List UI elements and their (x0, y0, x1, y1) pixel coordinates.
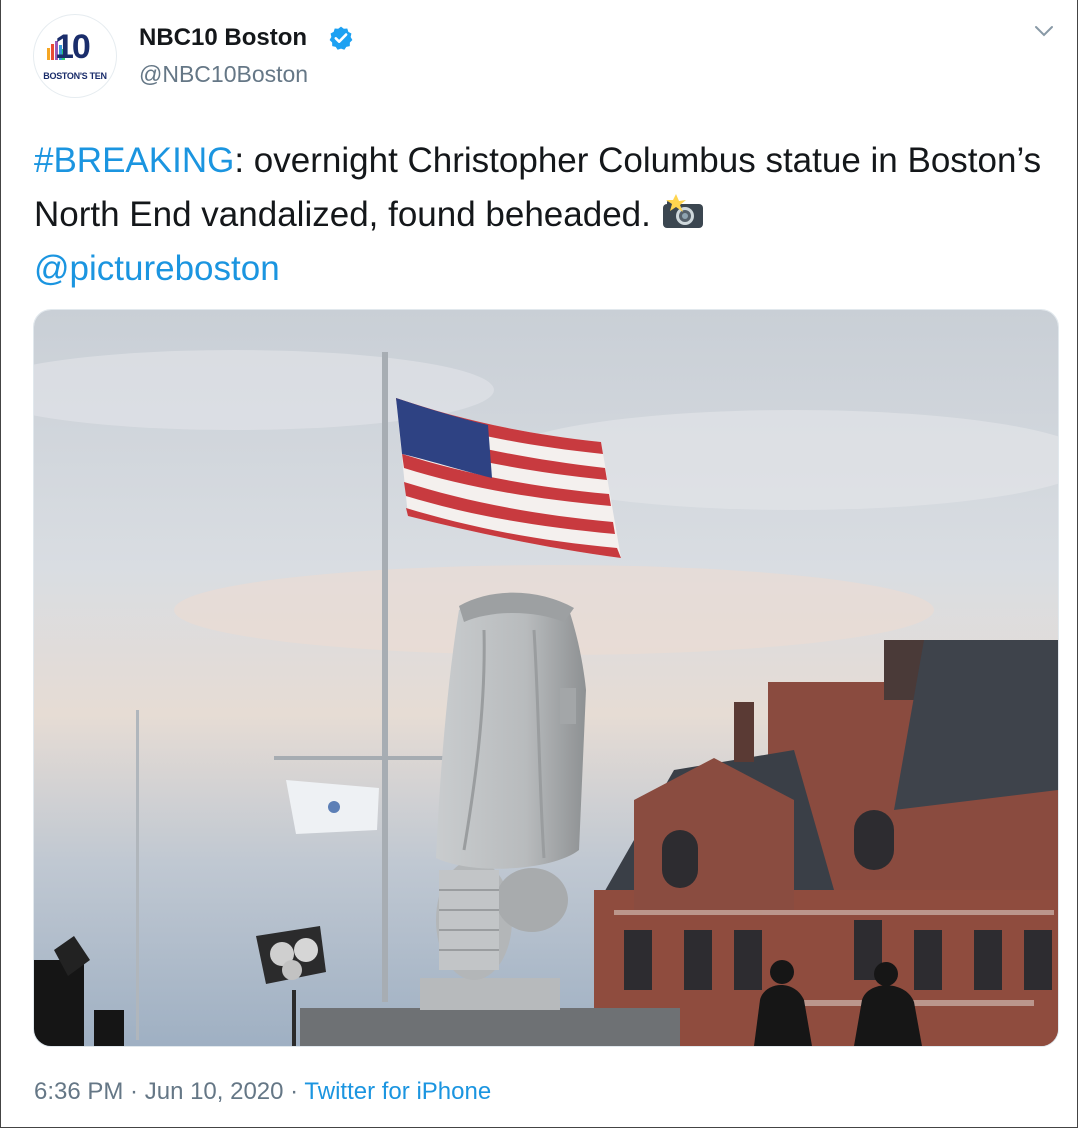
tweet-meta: 6:36 PM · Jun 10, 2020 · Twitter for iPh… (34, 1078, 491, 1106)
tweet-text: #BREAKING: overnight Christopher Columbu… (34, 134, 1054, 296)
tweet-source-link[interactable]: Twitter for iPhone (304, 1078, 491, 1105)
author-handle[interactable]: @NBC10Boston (139, 61, 308, 88)
statue-photo-illustration (34, 310, 1058, 1046)
author-display-name[interactable]: NBC10 Boston (139, 24, 307, 52)
tweet-photo[interactable] (33, 309, 1059, 1047)
meta-separator: · (123, 1078, 145, 1105)
tweet-card: 10 BOSTON'S TEN NBC10 Boston @NBC10Bosto… (0, 0, 1078, 1128)
hashtag-link[interactable]: #BREAKING (34, 141, 234, 180)
avatar-logo-text: 10 (55, 28, 91, 66)
avatar-tagline: BOSTON'S TEN (43, 71, 107, 81)
avatar[interactable]: 10 BOSTON'S TEN (33, 14, 117, 98)
meta-separator: · (283, 1078, 305, 1105)
verified-badge-icon (329, 26, 353, 50)
mention-link[interactable]: @pictureboston (34, 249, 280, 288)
camera-flash-icon (662, 194, 703, 228)
tweet-date[interactable]: Jun 10, 2020 (145, 1078, 284, 1105)
chevron-down-icon[interactable] (1031, 22, 1057, 40)
tweet-time[interactable]: 6:36 PM (34, 1078, 123, 1105)
